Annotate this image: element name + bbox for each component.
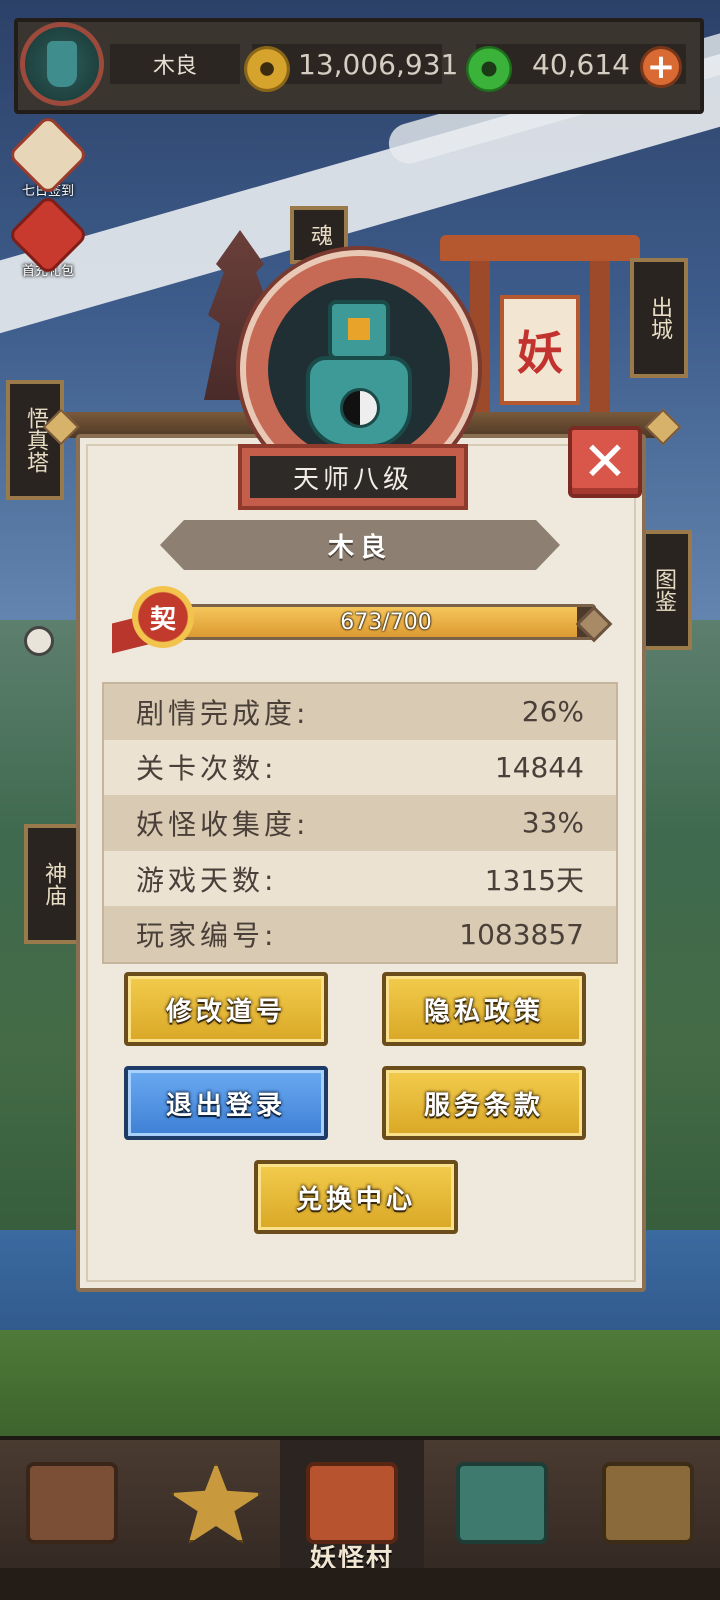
stat-value: 33%	[521, 806, 584, 840]
pact-badge: 契	[112, 586, 200, 656]
sign-exit-city[interactable]: 出城	[630, 258, 688, 378]
stat-row-days: 游戏天数: 1315天	[104, 850, 616, 907]
stat-label: 剧情完成度:	[136, 696, 310, 730]
close-button[interactable]: ✕	[568, 426, 642, 498]
sign-temple[interactable]: 神庙	[24, 824, 82, 944]
player-name: 木良	[110, 44, 240, 84]
progress-text: 673/700	[340, 609, 432, 635]
stat-label: 妖怪收集度:	[136, 807, 310, 841]
profile-name: 木良	[327, 532, 392, 563]
nav-item-demon-village[interactable]: 妖怪村	[280, 1440, 424, 1574]
privacy-policy-button[interactable]: 隐私政策	[382, 972, 586, 1046]
terms-of-service-button[interactable]: 服务条款	[382, 1066, 586, 1140]
nav-bottom-strip	[0, 1568, 720, 1600]
spellbook-icon	[602, 1462, 694, 1544]
logout-button[interactable]: 退出登录	[124, 1066, 328, 1140]
market-icon	[456, 1462, 548, 1544]
player-avatar[interactable]	[20, 22, 104, 106]
stat-value: 1083857	[459, 917, 584, 951]
jade-amount: 40,614	[532, 47, 630, 81]
demon-plaque: 妖	[500, 295, 580, 405]
grass-field	[0, 1330, 720, 1440]
nav-item-market[interactable]	[430, 1440, 574, 1568]
stats-table: 剧情完成度: 26% 关卡次数: 14844 妖怪收集度: 33% 游戏天数: …	[102, 682, 618, 964]
stat-value: 1315天	[484, 863, 584, 897]
add-currency-button[interactable]: +	[640, 46, 682, 88]
edit-name-button[interactable]: 修改道号	[124, 972, 328, 1046]
stat-row-player-id: 玩家编号: 1083857	[104, 906, 616, 962]
stat-row-collection: 妖怪收集度: 33%	[104, 795, 616, 851]
pact-seal-icon: 契	[132, 586, 194, 648]
star-altar-icon	[170, 1462, 262, 1544]
treasure-chest-icon	[26, 1462, 118, 1544]
clock-icon[interactable]	[24, 626, 54, 656]
nav-item-spellbook[interactable]	[576, 1440, 720, 1568]
censer-lid-icon	[328, 300, 390, 360]
stat-value: 26%	[521, 695, 584, 729]
stat-label: 玩家编号:	[136, 919, 278, 953]
stat-row-story: 剧情完成度: 26%	[104, 684, 616, 740]
stat-row-stages: 关卡次数: 14844	[104, 739, 616, 796]
first-recharge-gift-button[interactable]: 首充礼包	[6, 193, 90, 279]
name-plate: 木良	[160, 520, 560, 570]
redeem-center-button[interactable]: 兑换中心	[254, 1160, 458, 1234]
gold-amount: 13,006,931	[298, 47, 459, 81]
pact-progress-bar: 673/700	[176, 604, 613, 643]
seven-day-signin-button[interactable]: 七日签到	[6, 113, 90, 199]
rank-banner: 天师八级	[238, 444, 468, 510]
nav-item-treasure[interactable]	[0, 1440, 144, 1568]
stat-label: 关卡次数:	[136, 752, 278, 786]
jade-coin-icon	[466, 46, 512, 92]
nav-item-altar[interactable]	[144, 1440, 288, 1568]
stat-label: 游戏天数:	[136, 863, 278, 897]
gold-coin-icon	[244, 46, 290, 92]
rank-title: 天师八级	[250, 456, 456, 498]
stat-value: 14844	[494, 750, 584, 784]
close-icon: ✕	[582, 430, 628, 493]
yin-yang-icon	[340, 388, 380, 428]
demon-village-icon	[306, 1462, 398, 1544]
